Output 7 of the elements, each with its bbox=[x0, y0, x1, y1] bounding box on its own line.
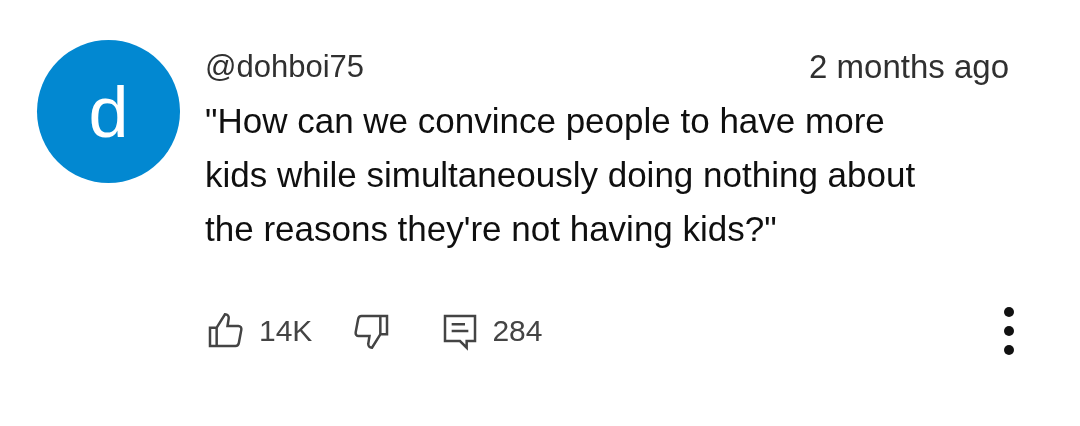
author-name[interactable]: @dohboi75 bbox=[205, 43, 365, 90]
reply-count: 284 bbox=[492, 313, 543, 349]
more-options-icon[interactable] bbox=[1003, 305, 1015, 356]
like-count: 14K bbox=[259, 313, 313, 349]
timestamp: 2 months ago bbox=[809, 47, 1009, 87]
avatar[interactable]: d bbox=[37, 40, 180, 183]
comment-text: "How can we convince people to have more kids while simultaneously doing nothing about the reasons they're not having kids?" bbox=[205, 99, 917, 250]
